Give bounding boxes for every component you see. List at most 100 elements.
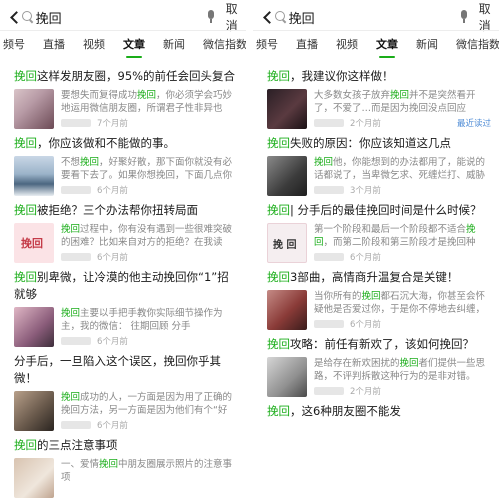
item-time: 6个月前: [97, 186, 128, 196]
results-list: 挽回，我建议你这样做！ 大多数女孩子放弃挽回并不是突然看开了，不爱了…而是因为挽…: [253, 60, 499, 420]
item-title: 挽回攻略：前任有新欢了，该如何挽回？: [267, 337, 474, 351]
item-snippet: 要想失而复得成功挽回，你必须学会巧妙地运用微信朋友圈，所谓君子性非异也: [61, 90, 233, 114]
item-title: 挽回别卑微，让冷漠的他主动挽回你“1”招就够: [14, 270, 229, 301]
recently-read-badge: 最近读过: [456, 119, 491, 129]
item-snippet: 一、爱情挽回中朋友圈展示照片的注意事项: [61, 459, 233, 483]
search-bar: 取消: [253, 0, 499, 34]
item-title: 挽回，你应该做和不能做的事。: [14, 136, 175, 150]
list-item[interactable]: 挽回的三点注意事项 一、爱情挽回中朋友圈展示照片的注意事项: [14, 437, 238, 498]
left-pane: 取消 频号 直播 视频 文章 新闻 微信指数 挽回这样发朋友圈，95%的前任会回…: [0, 0, 246, 499]
microphone-icon[interactable]: [459, 10, 467, 24]
item-thumbnail: [14, 156, 54, 196]
item-title: 挽回这样发朋友圈，95%的前任会回头复合: [14, 69, 236, 83]
screenshot-root: 取消 频号 直播 视频 文章 新闻 微信指数 挽回这样发朋友圈，95%的前任会回…: [0, 0, 499, 499]
search-input[interactable]: [35, 7, 206, 27]
source-name-redacted: [314, 387, 344, 395]
results-list: 挽回这样发朋友圈，95%的前任会回头复合 要想失而复得成功挽回，你必须学会巧妙地…: [0, 60, 246, 498]
item-thumbnail: [14, 89, 54, 129]
item-title: 挽回| 分手后的最佳挽回时间是什么时候？: [267, 203, 482, 217]
item-time: 7个月前: [97, 119, 128, 129]
source-name-redacted: [61, 119, 91, 127]
item-thumbnail: [267, 223, 307, 263]
item-thumbnail: [267, 89, 307, 129]
item-snippet: 当你所有的挽回都石沉大海，你甚至会怀疑他是否爱过你，于是你不停地去纠缠，: [314, 291, 486, 315]
search-input[interactable]: [288, 7, 459, 27]
tab-channels[interactable]: 频号: [256, 34, 278, 56]
list-item[interactable]: 挽回，这6种朋友圈不能发: [267, 403, 491, 420]
item-time: 6个月前: [97, 337, 128, 347]
item-snippet: 挽回主要以手把手教你实际细节操作为主，我的微信： 往期回顾 分手: [61, 308, 223, 332]
list-item[interactable]: 挽回被拒绝？三个办法帮你扭转局面 挽回过程中，你有没有遇到一些很难突破的困难？比…: [14, 202, 238, 263]
list-item[interactable]: 挽回，我建议你这样做！ 大多数女孩子放弃挽回并不是突然看开了，不爱了…而是因为挽…: [267, 68, 491, 129]
item-time: 3个月前: [350, 186, 381, 196]
list-item[interactable]: 挽回失败的原因：你应该知道这几点 挽回他，你能想到的办法都用了，能说的话都说了，…: [267, 135, 491, 196]
source-name-redacted: [61, 337, 91, 345]
item-snippet: 挽回过程中，你有没有遇到一些很难突破的困难？比如来自对方的拒绝？在我读: [61, 224, 233, 248]
list-item[interactable]: 挽回| 分手后的最佳挽回时间是什么时候？ 第一个阶段和最后一个阶段都不适合挽回，…: [267, 202, 491, 263]
list-item[interactable]: 挽回，你应该做和不能做的事。 不想挽回，好聚好散，那下面你就没有必要看下去了。如…: [14, 135, 238, 196]
item-thumbnail: [14, 223, 54, 263]
item-thumbnail: [14, 391, 54, 431]
item-title: 挽回失败的原因：你应该知道这几点: [267, 136, 451, 150]
search-icon: [22, 11, 33, 23]
tab-live[interactable]: 直播: [296, 34, 318, 56]
item-snippet: 第一个阶段和最后一个阶段都不适合挽回，而第二阶段和第三阶段才是挽回种: [314, 224, 476, 248]
cancel-button[interactable]: 取消: [226, 0, 240, 34]
cancel-button[interactable]: 取消: [479, 0, 493, 34]
item-time: 6个月前: [350, 320, 381, 330]
search-icon: [275, 11, 286, 23]
tab-wechat-index[interactable]: 微信指数: [203, 34, 246, 56]
item-snippet: 挽回他，你能想到的办法都用了，能说的话都说了，当卑微乞求、死缠烂打、威胁: [314, 157, 486, 181]
list-item[interactable]: 分手后，一旦陷入这个误区，挽回你乎其微！ 挽回成功的人，一方面是因为用了正确的挽…: [14, 353, 238, 431]
item-thumbnail: [14, 307, 54, 347]
item-time: 6个月前: [97, 421, 128, 431]
microphone-icon[interactable]: [206, 10, 214, 24]
back-icon[interactable]: [8, 10, 16, 24]
item-time: 2个月前: [350, 119, 381, 129]
source-name-redacted: [314, 119, 344, 127]
list-item[interactable]: 挽回攻略：前任有新欢了，该如何挽回？ 是给存在新欢困扰的挽回者们提供一些思路，不…: [267, 336, 491, 397]
list-item[interactable]: 挽回别卑微，让冷漠的他主动挽回你“1”招就够 挽回主要以手把手教你实际细节操作为…: [14, 269, 238, 347]
item-title: 分手后，一旦陷入这个误区，挽回你乎其微！: [14, 354, 221, 385]
source-name-redacted: [314, 186, 344, 194]
item-thumbnail: [267, 357, 307, 397]
item-thumbnail: [267, 156, 307, 196]
source-name-redacted: [61, 421, 91, 429]
tab-bar: 频号 直播 视频 文章 新闻 微信指数: [253, 34, 499, 60]
list-item[interactable]: 挽回3部曲，高情商升温复合是关键！ 当你所有的挽回都石沉大海，你甚至会怀疑他是否…: [267, 269, 491, 330]
tab-news[interactable]: 新闻: [163, 34, 185, 56]
source-name-redacted: [61, 253, 91, 261]
tab-news[interactable]: 新闻: [416, 34, 438, 56]
right-pane: 取消 频号 直播 视频 文章 新闻 微信指数 挽回，我建议你这样做！ 大多数女孩…: [253, 0, 499, 499]
tab-divider: [253, 30, 499, 31]
back-icon[interactable]: [261, 10, 269, 24]
item-snippet: 大多数女孩子放弃挽回并不是突然看开了，不爱了…而是因为挽回没点回应: [314, 90, 476, 114]
tab-bar: 频号 直播 视频 文章 新闻 微信指数: [0, 34, 246, 60]
tab-articles[interactable]: 文章: [376, 34, 398, 58]
item-title: 挽回，我建议你这样做！: [267, 69, 394, 83]
tab-video[interactable]: 视频: [83, 34, 105, 56]
item-title: 挽回被拒绝？三个办法帮你扭转局面: [14, 203, 198, 217]
tab-video[interactable]: 视频: [336, 34, 358, 56]
item-snippet: 不想挽回，好聚好散，那下面你就没有必要看下去了。如果你想挽回，下面几点你: [61, 157, 233, 181]
tab-wechat-index[interactable]: 微信指数: [456, 34, 499, 56]
item-time: 2个月前: [350, 387, 381, 397]
tab-live[interactable]: 直播: [43, 34, 65, 56]
item-thumbnail: [267, 290, 307, 330]
item-time: 6个月前: [350, 253, 381, 263]
source-name-redacted: [314, 320, 344, 328]
tab-divider: [0, 30, 246, 31]
tab-channels[interactable]: 频号: [3, 34, 25, 56]
source-name-redacted: [314, 253, 344, 261]
pane-separator: [246, 0, 253, 499]
source-name-redacted: [61, 186, 91, 194]
tab-articles[interactable]: 文章: [123, 34, 145, 58]
item-title: 挽回的三点注意事项: [14, 438, 118, 452]
item-title: 挽回3部曲，高情商升温复合是关键！: [267, 270, 459, 284]
item-time: 6个月前: [97, 253, 128, 263]
item-snippet: 是给存在新欢困扰的挽回者们提供一些思路，不评判拆散这种行为的是非对错。: [314, 358, 486, 382]
item-thumbnail: [14, 458, 54, 498]
list-item[interactable]: 挽回这样发朋友圈，95%的前任会回头复合 要想失而复得成功挽回，你必须学会巧妙地…: [14, 68, 238, 129]
item-title: 挽回，这6种朋友圈不能发: [267, 404, 401, 418]
search-bar: 取消: [0, 0, 246, 34]
